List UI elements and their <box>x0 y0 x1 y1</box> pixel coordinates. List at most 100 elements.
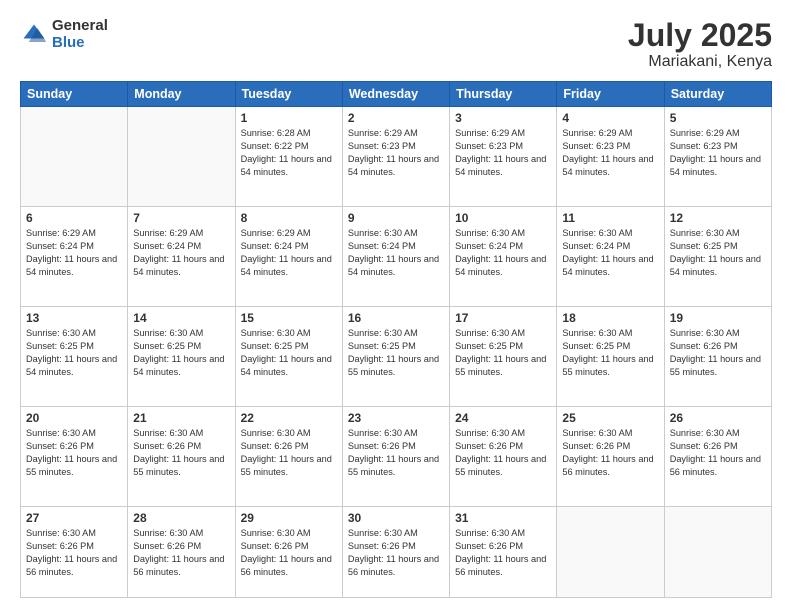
title-location: Mariakani, Kenya <box>628 53 772 71</box>
day-info: Sunrise: 6:30 AM Sunset: 6:26 PM Dayligh… <box>241 527 337 579</box>
day-info: Sunrise: 6:30 AM Sunset: 6:26 PM Dayligh… <box>348 527 444 579</box>
day-number: 2 <box>348 111 444 125</box>
day-number: 27 <box>26 511 122 525</box>
table-row <box>664 507 771 598</box>
col-wednesday: Wednesday <box>342 82 449 107</box>
day-number: 21 <box>133 411 229 425</box>
day-number: 28 <box>133 511 229 525</box>
table-row: 6 Sunrise: 6:29 AM Sunset: 6:24 PM Daylig… <box>21 207 128 307</box>
logo-blue: Blue <box>52 35 108 52</box>
day-number: 3 <box>455 111 551 125</box>
logo-icon <box>20 21 48 49</box>
day-number: 16 <box>348 311 444 325</box>
table-row: 11 Sunrise: 6:30 AM Sunset: 6:24 PM Dayli… <box>557 207 664 307</box>
day-info: Sunrise: 6:30 AM Sunset: 6:25 PM Dayligh… <box>26 327 122 379</box>
table-row: 28 Sunrise: 6:30 AM Sunset: 6:26 PM Dayli… <box>128 507 235 598</box>
table-row: 3 Sunrise: 6:29 AM Sunset: 6:23 PM Daylig… <box>450 107 557 207</box>
day-number: 26 <box>670 411 766 425</box>
day-number: 5 <box>670 111 766 125</box>
day-info: Sunrise: 6:29 AM Sunset: 6:24 PM Dayligh… <box>241 227 337 279</box>
day-number: 6 <box>26 211 122 225</box>
table-row: 8 Sunrise: 6:29 AM Sunset: 6:24 PM Daylig… <box>235 207 342 307</box>
day-info: Sunrise: 6:29 AM Sunset: 6:24 PM Dayligh… <box>26 227 122 279</box>
day-info: Sunrise: 6:30 AM Sunset: 6:25 PM Dayligh… <box>133 327 229 379</box>
day-number: 24 <box>455 411 551 425</box>
day-number: 17 <box>455 311 551 325</box>
day-number: 22 <box>241 411 337 425</box>
day-number: 29 <box>241 511 337 525</box>
header: General Blue July 2025 Mariakani, Kenya <box>20 18 772 71</box>
day-number: 15 <box>241 311 337 325</box>
day-number: 23 <box>348 411 444 425</box>
table-row: 30 Sunrise: 6:30 AM Sunset: 6:26 PM Dayli… <box>342 507 449 598</box>
table-row: 14 Sunrise: 6:30 AM Sunset: 6:25 PM Dayli… <box>128 307 235 407</box>
table-row: 7Sunrise: 6:29 AM Sunset: 6:24 PM Daylig… <box>128 207 235 307</box>
day-info: Sunrise: 6:30 AM Sunset: 6:26 PM Dayligh… <box>455 527 551 579</box>
table-row: 10Sunrise: 6:30 AM Sunset: 6:24 PM Dayli… <box>450 207 557 307</box>
day-info: Sunrise: 6:30 AM Sunset: 6:26 PM Dayligh… <box>455 427 551 479</box>
day-number: 4 <box>562 111 658 125</box>
table-row: 12 Sunrise: 6:30 AM Sunset: 6:25 PM Dayli… <box>664 207 771 307</box>
calendar-table: Sunday Monday Tuesday Wednesday Thursday… <box>20 81 772 598</box>
day-number: 11 <box>562 211 658 225</box>
logo: General Blue <box>20 18 108 51</box>
table-row <box>21 107 128 207</box>
day-number: 14 <box>133 311 229 325</box>
day-number: 31 <box>455 511 551 525</box>
day-number: 20 <box>26 411 122 425</box>
table-row: 9Sunrise: 6:30 AM Sunset: 6:24 PM Daylig… <box>342 207 449 307</box>
table-row: 19Sunrise: 6:30 AM Sunset: 6:26 PM Dayli… <box>664 307 771 407</box>
table-row <box>128 107 235 207</box>
day-number: 12 <box>670 211 766 225</box>
table-row: 18 Sunrise: 6:30 AM Sunset: 6:25 PM Dayli… <box>557 307 664 407</box>
col-saturday: Saturday <box>664 82 771 107</box>
day-info: Sunrise: 6:30 AM Sunset: 6:26 PM Dayligh… <box>348 427 444 479</box>
day-number: 18 <box>562 311 658 325</box>
day-info: Sunrise: 6:29 AM Sunset: 6:23 PM Dayligh… <box>562 127 658 179</box>
table-row: 27Sunrise: 6:30 AM Sunset: 6:26 PM Dayli… <box>21 507 128 598</box>
day-info: Sunrise: 6:29 AM Sunset: 6:23 PM Dayligh… <box>348 127 444 179</box>
page: General Blue July 2025 Mariakani, Kenya … <box>0 0 792 612</box>
day-info: Sunrise: 6:30 AM Sunset: 6:26 PM Dayligh… <box>241 427 337 479</box>
day-number: 1 <box>241 111 337 125</box>
table-row: 1 Sunrise: 6:28 AM Sunset: 6:22 PM Daylig… <box>235 107 342 207</box>
table-row <box>557 507 664 598</box>
title-month: July 2025 <box>628 18 772 53</box>
col-monday: Monday <box>128 82 235 107</box>
day-number: 25 <box>562 411 658 425</box>
calendar-header-row: Sunday Monday Tuesday Wednesday Thursday… <box>21 82 772 107</box>
table-row: 16 Sunrise: 6:30 AM Sunset: 6:25 PM Dayli… <box>342 307 449 407</box>
day-info: Sunrise: 6:30 AM Sunset: 6:25 PM Dayligh… <box>670 227 766 279</box>
logo-general: General <box>52 18 108 35</box>
table-row: 22 Sunrise: 6:30 AM Sunset: 6:26 PM Dayli… <box>235 407 342 507</box>
day-info: Sunrise: 6:30 AM Sunset: 6:24 PM Dayligh… <box>562 227 658 279</box>
table-row: 31 Sunrise: 6:30 AM Sunset: 6:26 PM Dayli… <box>450 507 557 598</box>
table-row: 15Sunrise: 6:30 AM Sunset: 6:25 PM Dayli… <box>235 307 342 407</box>
day-info: Sunrise: 6:30 AM Sunset: 6:24 PM Dayligh… <box>455 227 551 279</box>
table-row: 4 Sunrise: 6:29 AM Sunset: 6:23 PM Daylig… <box>557 107 664 207</box>
day-info: Sunrise: 6:30 AM Sunset: 6:25 PM Dayligh… <box>562 327 658 379</box>
table-row: 20 Sunrise: 6:30 AM Sunset: 6:26 PM Dayli… <box>21 407 128 507</box>
day-info: Sunrise: 6:29 AM Sunset: 6:23 PM Dayligh… <box>455 127 551 179</box>
table-row: 21 Sunrise: 6:30 AM Sunset: 6:26 PM Dayli… <box>128 407 235 507</box>
col-friday: Friday <box>557 82 664 107</box>
col-tuesday: Tuesday <box>235 82 342 107</box>
logo-text: General Blue <box>52 18 108 51</box>
day-info: Sunrise: 6:28 AM Sunset: 6:22 PM Dayligh… <box>241 127 337 179</box>
col-thursday: Thursday <box>450 82 557 107</box>
day-info: Sunrise: 6:30 AM Sunset: 6:26 PM Dayligh… <box>133 427 229 479</box>
day-info: Sunrise: 6:30 AM Sunset: 6:25 PM Dayligh… <box>348 327 444 379</box>
day-info: Sunrise: 6:30 AM Sunset: 6:24 PM Dayligh… <box>348 227 444 279</box>
table-row: 13Sunrise: 6:30 AM Sunset: 6:25 PM Dayli… <box>21 307 128 407</box>
day-number: 8 <box>241 211 337 225</box>
day-number: 7 <box>133 211 229 225</box>
day-info: Sunrise: 6:29 AM Sunset: 6:23 PM Dayligh… <box>670 127 766 179</box>
table-row: 2 Sunrise: 6:29 AM Sunset: 6:23 PM Daylig… <box>342 107 449 207</box>
day-number: 19 <box>670 311 766 325</box>
day-info: Sunrise: 6:30 AM Sunset: 6:26 PM Dayligh… <box>26 427 122 479</box>
table-row: 26Sunrise: 6:30 AM Sunset: 6:26 PM Dayli… <box>664 407 771 507</box>
col-sunday: Sunday <box>21 82 128 107</box>
table-row: 25Sunrise: 6:30 AM Sunset: 6:26 PM Dayli… <box>557 407 664 507</box>
day-number: 30 <box>348 511 444 525</box>
day-info: Sunrise: 6:30 AM Sunset: 6:26 PM Dayligh… <box>133 527 229 579</box>
